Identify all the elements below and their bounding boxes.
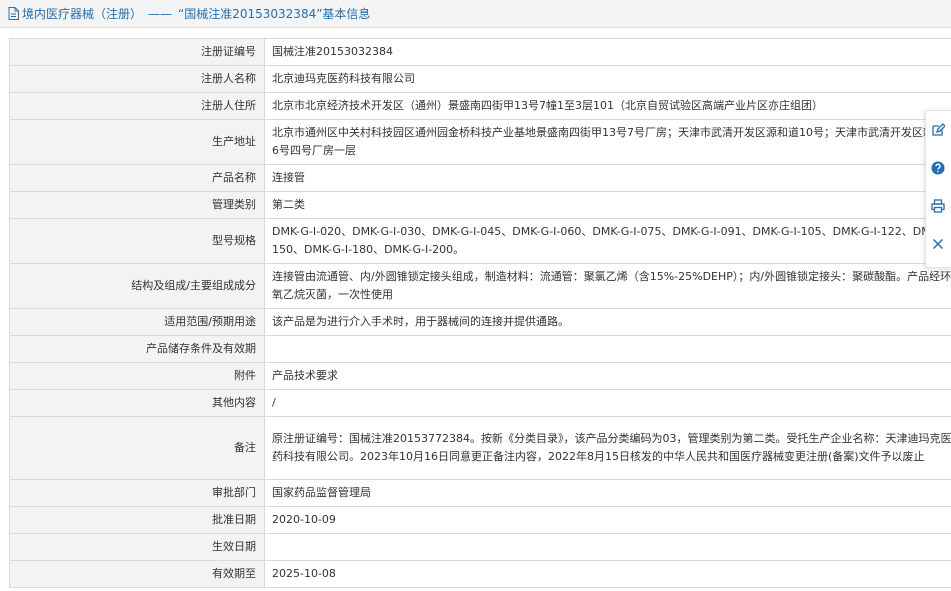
table-row: 有效期至 2025-10-08: [9, 560, 951, 588]
table-row: 审批部门 国家药品监督管理局: [9, 479, 951, 507]
row-value: 2020-10-09: [264, 506, 951, 534]
title-separator: ——: [148, 6, 173, 21]
row-value: 连接管: [264, 164, 951, 192]
table-row: 管理类别 第二类: [9, 191, 951, 219]
row-value: 国家药品监督管理局: [264, 479, 951, 507]
row-value: 北京迪玛克医药科技有限公司: [264, 65, 951, 93]
row-value: 北京市通州区中关村科技园区通州园金桥科技产业基地景盛南四街甲13号7号厂房；天津…: [264, 119, 951, 165]
table-row: 适用范围/预期用途 该产品是为进行介入手术时，用于器械间的连接并提供通路。: [9, 308, 951, 336]
table-row: 注册证编号 国械注准20153032384: [9, 38, 951, 66]
row-label: 管理类别: [9, 191, 265, 219]
table-row: 备注 原注册证编号：国械注准20153772384。按新《分类目录》，该产品分类…: [9, 416, 951, 480]
edit-button[interactable]: [931, 111, 951, 149]
row-value: /: [264, 389, 951, 417]
row-label: 有效期至: [9, 560, 265, 588]
row-label: 生效日期: [9, 533, 265, 561]
section-link[interactable]: 境内医疗器械（注册）: [22, 5, 142, 22]
row-label: 批准日期: [9, 506, 265, 534]
table-row: 生效日期: [9, 533, 951, 561]
row-value: 连接管由流通管、内/外圆锥锁定接头组成，制造材料：流通管：聚氯乙烯（含15%-2…: [264, 263, 951, 309]
info-table: 注册证编号 国械注准20153032384 注册人名称 北京迪玛克医药科技有限公…: [9, 38, 951, 588]
row-label: 备注: [9, 416, 265, 480]
row-label: 产品储存条件及有效期: [9, 335, 265, 363]
close-icon: [932, 238, 944, 250]
help-button[interactable]: [931, 149, 951, 187]
edit-icon: [932, 123, 945, 136]
row-value: 该产品是为进行介入手术时，用于器械间的连接并提供通路。: [264, 308, 951, 336]
document-icon: [8, 7, 19, 20]
row-value: 北京市北京经济技术开发区（通州）景盛南四街甲13号7幢1至3层101（北京自贸试…: [264, 92, 951, 120]
table-row: 附件 产品技术要求: [9, 362, 951, 390]
row-label: 附件: [9, 362, 265, 390]
table-row: 结构及组成/主要组成成分 连接管由流通管、内/外圆锥锁定接头组成，制造材料：流通…: [9, 263, 951, 309]
row-label: 产品名称: [9, 164, 265, 192]
row-value: [264, 335, 951, 363]
table-row: 批准日期 2020-10-09: [9, 506, 951, 534]
side-toolbar: [925, 110, 951, 268]
row-label: 结构及组成/主要组成成分: [9, 263, 265, 309]
table-row: 注册人住所 北京市北京经济技术开发区（通州）景盛南四街甲13号7幢1至3层101…: [9, 92, 951, 120]
row-value: 产品技术要求: [264, 362, 951, 390]
row-value: DMK-G-I-020、DMK-G-I-030、DMK-G-I-045、DMK-…: [264, 218, 951, 264]
table-row: 型号规格 DMK-G-I-020、DMK-G-I-030、DMK-G-I-045…: [9, 218, 951, 264]
row-label: 其他内容: [9, 389, 265, 417]
row-label: 适用范围/预期用途: [9, 308, 265, 336]
print-icon: [931, 199, 945, 213]
row-value: 原注册证编号：国械注准20153772384。按新《分类目录》，该产品分类编码为…: [264, 416, 951, 480]
table-row: 注册人名称 北京迪玛克医药科技有限公司: [9, 65, 951, 93]
page-title: “国械注准20153032384”基本信息: [178, 7, 371, 21]
row-value: 第二类: [264, 191, 951, 219]
row-label: 生产地址: [9, 119, 265, 165]
row-value: 2025-10-08: [264, 560, 951, 588]
row-label: 注册人名称: [9, 65, 265, 93]
row-value: [264, 533, 951, 561]
close-button[interactable]: [931, 225, 951, 263]
row-value: 国械注准20153032384: [264, 38, 951, 66]
table-row: 其他内容 /: [9, 389, 951, 417]
row-label: 审批部门: [9, 479, 265, 507]
table-row: 产品名称 连接管: [9, 164, 951, 192]
help-icon: [931, 161, 945, 175]
table-row: 生产地址 北京市通州区中关村科技园区通州园金桥科技产业基地景盛南四街甲13号7号…: [9, 119, 951, 165]
page-header: 境内医疗器械（注册） —— “国械注准20153032384”基本信息: [0, 0, 951, 28]
row-label: 注册证编号: [9, 38, 265, 66]
table-row: 产品储存条件及有效期: [9, 335, 951, 363]
row-label: 型号规格: [9, 218, 265, 264]
print-button[interactable]: [931, 187, 951, 225]
row-label: 注册人住所: [9, 92, 265, 120]
